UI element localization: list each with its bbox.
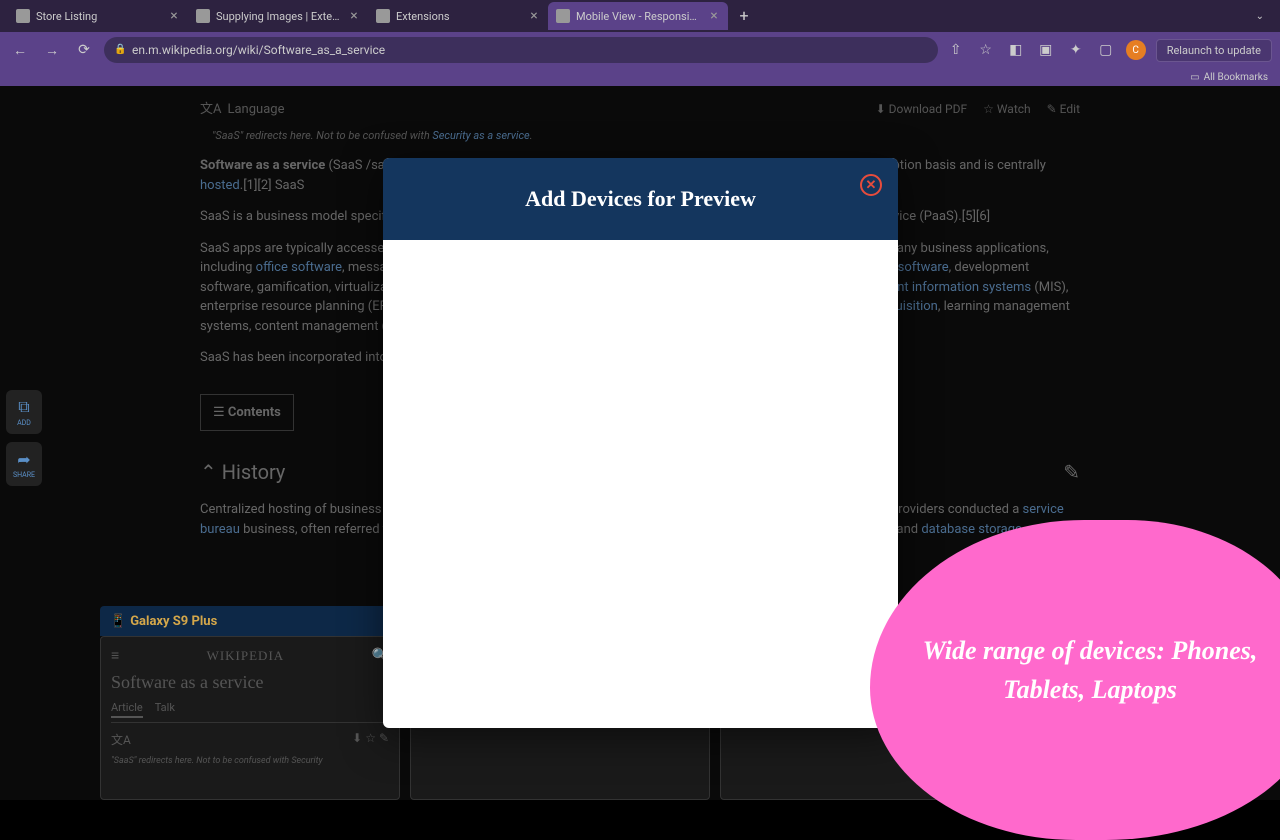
contents-box[interactable]: ☰ Contents bbox=[200, 394, 294, 432]
puzzle-icon[interactable]: ✦ bbox=[1066, 40, 1086, 60]
url-text: en.m.wikipedia.org/wiki/Software_as_a_se… bbox=[132, 43, 385, 57]
modal-title: Add Devices for Preview bbox=[525, 186, 756, 212]
tab-bar: Store Listing× Supplying Images | Extens… bbox=[0, 0, 1280, 32]
bookmarks-bar: ▭ All Bookmarks bbox=[0, 68, 1280, 86]
star-icon[interactable]: ☆ bbox=[976, 40, 996, 60]
share-icon[interactable]: ⇧ bbox=[946, 40, 966, 60]
panel-icon[interactable]: ▢ bbox=[1096, 40, 1116, 60]
extension-sidebar: ⧉ADD ➦SHARE bbox=[6, 390, 42, 486]
device-name: 📱 Galaxy S9 Plus bbox=[110, 614, 217, 629]
add-devices-modal: Add Devices for Preview ✕ bbox=[383, 158, 898, 728]
lock-icon: 🔒 bbox=[114, 44, 126, 56]
modal-body bbox=[383, 240, 898, 728]
blob-text: Wide range of devices: Phones, Tablets, … bbox=[920, 631, 1260, 709]
tab-2[interactable]: Extensions× bbox=[368, 2, 548, 30]
forward-button[interactable]: → bbox=[40, 38, 64, 62]
share-icon: ➦ bbox=[17, 450, 30, 469]
edit[interactable]: ✎ Edit bbox=[1047, 100, 1080, 120]
close-button[interactable]: ✕ bbox=[860, 174, 882, 196]
new-tab-button[interactable]: + bbox=[732, 4, 756, 28]
close-icon[interactable]: × bbox=[708, 10, 720, 22]
all-bookmarks-link[interactable]: ▭ All Bookmarks bbox=[1190, 72, 1268, 83]
add-device-button[interactable]: ⧉ADD bbox=[6, 390, 42, 434]
tab-0[interactable]: Store Listing× bbox=[8, 2, 188, 30]
share-button[interactable]: ➦SHARE bbox=[6, 442, 42, 486]
profile-avatar[interactable]: C bbox=[1126, 40, 1146, 60]
close-icon[interactable]: × bbox=[168, 10, 180, 22]
favicon bbox=[556, 9, 570, 23]
extension-icon[interactable]: ◧ bbox=[1006, 40, 1026, 60]
favicon bbox=[16, 9, 30, 23]
device-frame: ≡WIKIPEDIA🔍 Software as a service Articl… bbox=[100, 636, 400, 800]
favicon bbox=[376, 9, 390, 23]
modal-header: Add Devices for Preview ✕ bbox=[383, 158, 898, 240]
redirect-notice: "SaaS" redirects here. Not to be confuse… bbox=[200, 128, 1080, 145]
url-bar[interactable]: 🔒 en.m.wikipedia.org/wiki/Software_as_a_… bbox=[104, 37, 938, 63]
download-pdf[interactable]: ⬇ Download PDF bbox=[876, 100, 968, 120]
tabs-dropdown[interactable]: ⌄ bbox=[1256, 11, 1272, 22]
tab-3[interactable]: Mobile View - Responsive Des× bbox=[548, 2, 728, 30]
devices-icon: ⧉ bbox=[18, 397, 29, 417]
language-selector[interactable]: 文A Language bbox=[200, 100, 284, 120]
menu-icon[interactable]: ≡ bbox=[111, 647, 119, 664]
back-button[interactable]: ← bbox=[8, 38, 32, 62]
reload-button[interactable]: ⟳ bbox=[72, 38, 96, 62]
relaunch-button[interactable]: Relaunch to update bbox=[1156, 39, 1272, 62]
tab-1[interactable]: Supplying Images | Extension× bbox=[188, 2, 368, 30]
extension-icon[interactable]: ▣ bbox=[1036, 40, 1056, 60]
favicon bbox=[196, 9, 210, 23]
close-icon[interactable]: × bbox=[528, 10, 540, 22]
toolbar: ← → ⟳ 🔒 en.m.wikipedia.org/wiki/Software… bbox=[0, 32, 1280, 68]
browser-chrome: Store Listing× Supplying Images | Extens… bbox=[0, 0, 1280, 86]
close-icon[interactable]: × bbox=[348, 10, 360, 22]
watch[interactable]: ☆ Watch bbox=[983, 100, 1031, 120]
